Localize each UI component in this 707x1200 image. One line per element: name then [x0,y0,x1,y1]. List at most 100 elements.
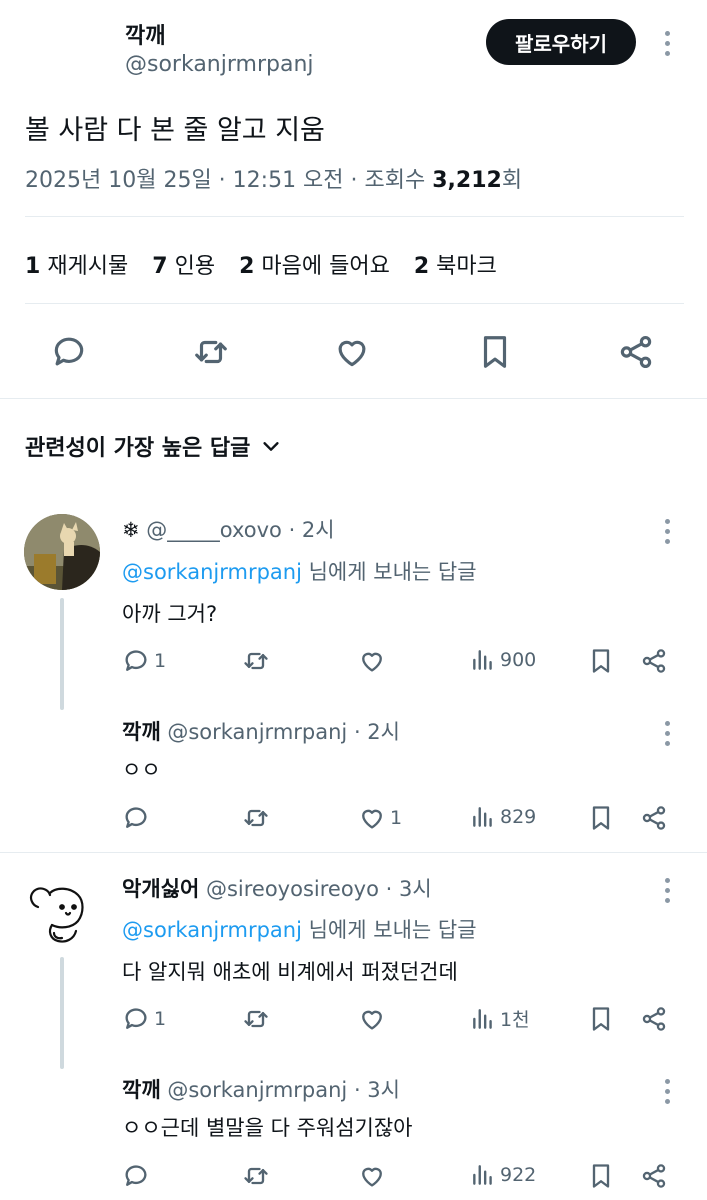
reply-button[interactable]: 1 [122,647,166,675]
reply-to-handle[interactable]: @sorkanjrmrpanj [122,918,302,942]
views-button[interactable]: 900 [470,647,536,673]
reply-to-handle[interactable]: @sorkanjrmrpanj [122,560,302,584]
share-icon[interactable] [640,647,668,675]
repost-button[interactable] [242,1005,274,1033]
reply-header: 악개싫어 @sireoyosireoyo · 3시 [122,873,432,903]
speech-bubble-icon [122,804,150,832]
reposts-stat[interactable]: 1 재게시물 [25,248,128,280]
reply-count: 1 [154,650,167,672]
bookmark-icon[interactable] [587,804,615,832]
repost-icon [242,1162,270,1190]
thread-line [60,598,64,710]
view-count: 1천 [500,1009,530,1031]
reply-time: · 2시 [281,518,335,542]
more-dots-icon[interactable] [657,878,677,903]
post-date: 2025년 10월 25일 · 12:51 오전 · 조회수 [25,168,433,193]
reply-time: · 3시 [347,1078,400,1102]
repost-button[interactable] [242,804,274,832]
reply-author-name[interactable]: ❄ [122,518,140,542]
avatar[interactable] [24,514,100,590]
author-name[interactable]: 깍깨 [125,18,165,50]
heart-icon [358,1005,386,1033]
speech-bubble-icon [122,1162,150,1190]
reply-icon[interactable] [50,333,88,371]
thread-line [60,957,64,1069]
views-button[interactable]: 829 [470,804,536,830]
reply-text: 아까 그거? [122,602,218,626]
bookmarks-stat[interactable]: 2 북마크 [414,248,497,280]
reply-header: 깍깨 @sorkanjrmrpanj · 3시 [122,1074,400,1104]
reply-button[interactable] [122,804,154,832]
reposts-count: 1 [25,254,41,279]
reply-author-name[interactable]: 깍깨 [122,720,161,744]
likes-count: 2 [239,254,255,279]
share-icon[interactable] [640,1005,668,1033]
reply-text: 다 알지뭐 애초에 비계에서 퍼졌던건데 [122,960,458,984]
repost-icon [242,1005,270,1033]
like-button[interactable] [358,1005,390,1033]
bookmarks-count: 2 [413,254,430,279]
share-icon[interactable] [640,1162,668,1190]
more-dots-icon[interactable] [657,519,677,544]
author-handle[interactable]: @sorkanjrmrpanj [125,52,314,77]
post-meta: 2025년 10월 25일 · 12:51 오전 · 조회수 3,212회 [25,162,522,194]
share-icon[interactable] [617,333,655,371]
reply-author-name[interactable]: 악개싫어 [122,877,199,901]
reply-count: 1 [154,1008,167,1030]
more-dots-icon[interactable] [657,31,677,56]
reply-time: · 2시 [347,720,400,744]
replying-to: @sorkanjrmrpanj 님에게 보내는 답글 [122,556,477,586]
reply-author-handle[interactable]: @sireoyosireoyo [206,877,379,901]
bar-chart-icon [470,804,496,830]
reply-button[interactable]: 1 [122,1005,166,1033]
like-count: 1 [390,807,403,829]
reply-text: ㅇㅇ [122,758,161,782]
like-button[interactable] [358,1162,390,1190]
likes-stat[interactable]: 2 마음에 들어요 [239,248,390,280]
heart-icon[interactable] [333,333,371,371]
repost-icon[interactable] [192,333,230,371]
reply-author-handle[interactable]: @sorkanjrmrpanj [167,1078,347,1102]
reply-text: ㅇㅇ근데 별말을 다 주워섬기잖아 [122,1116,413,1140]
speech-bubble-icon [122,647,150,675]
quotes-stat[interactable]: 7 인용 [152,248,215,280]
divider [25,303,684,304]
reply-author-name[interactable]: 깍깨 [122,1078,161,1102]
reply-author-handle[interactable]: @_____oxovo [146,518,282,542]
heart-icon [358,1162,386,1190]
reply-author-handle[interactable]: @sorkanjrmrpanj [167,720,347,744]
repost-button[interactable] [242,1162,274,1190]
reply-header: 깍깨 @sorkanjrmrpanj · 2시 [122,716,400,746]
reply-sort-dropdown[interactable]: 관련성이 가장 높은 답글 [25,430,282,462]
quotes-count: 7 [152,254,168,279]
avatar[interactable] [24,873,100,949]
heart-icon [358,647,386,675]
views-button[interactable]: 922 [470,1162,536,1188]
views-button[interactable]: 1천 [470,1005,530,1032]
reposts-label: 재게시물 [47,254,129,279]
replying-to: @sorkanjrmrpanj 님에게 보내는 답글 [122,914,477,944]
bookmark-icon[interactable] [476,333,514,371]
reply-header: ❄ @_____oxovo · 2시 [122,514,335,544]
more-dots-icon[interactable] [657,721,677,746]
sort-label: 관련성이 가장 높은 답글 [25,436,251,461]
speech-bubble-icon [122,1005,150,1033]
quotes-label: 인용 [174,254,216,279]
bar-chart-icon [470,647,496,673]
bookmark-icon[interactable] [587,1005,615,1033]
repost-button[interactable] [242,647,274,675]
post-text: 볼 사람 다 본 줄 알고 지움 [25,115,325,146]
reply-button[interactable] [122,1162,154,1190]
like-button[interactable]: 1 [358,804,402,832]
like-button[interactable] [358,647,390,675]
reply-to-suffix: 님에게 보내는 답글 [301,918,477,942]
bar-chart-icon [470,1006,496,1032]
bookmark-icon[interactable] [587,647,615,675]
heart-icon [358,804,386,832]
view-count: 829 [500,806,537,828]
share-icon[interactable] [640,804,668,832]
follow-button[interactable]: 팔로우하기 [486,19,636,65]
view-count: 900 [500,649,537,671]
more-dots-icon[interactable] [657,1079,677,1104]
bookmark-icon[interactable] [587,1162,615,1190]
